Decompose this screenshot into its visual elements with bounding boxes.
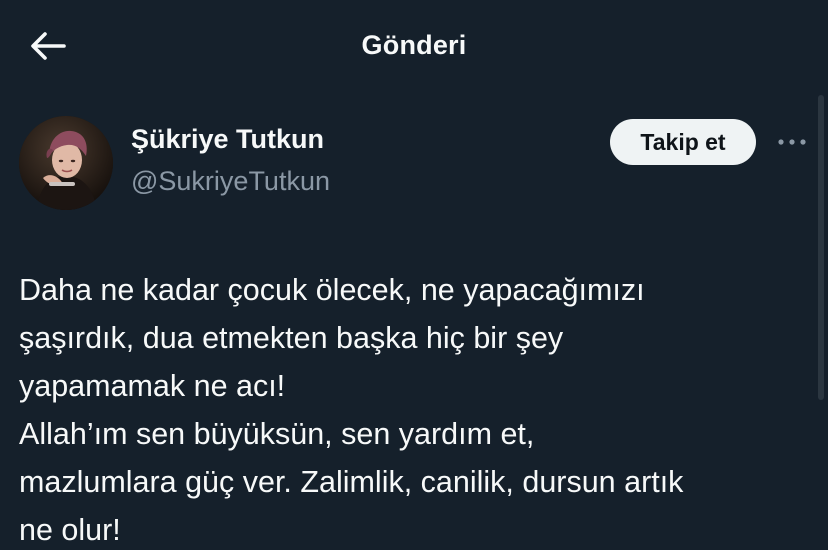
tweet-text-line: Daha ne kadar çocuk ölecek, ne yapacağım…: [19, 273, 645, 307]
tweet-text-line: mazlumlara güç ver. Zalimlik, canilik, d…: [19, 465, 684, 499]
more-options-button[interactable]: [774, 128, 810, 156]
tweet-text-line: şaşırdık, dua etmekten başka hiç bir şey: [19, 321, 564, 355]
avatar[interactable]: [19, 116, 113, 210]
top-bar: Gönderi: [0, 0, 828, 92]
author-display-name[interactable]: Şükriye Tutkun: [131, 124, 324, 155]
tweet-detail-screen: Gönderi Şükriye Tutkun @SukriyeTutkun Ta…: [0, 0, 828, 550]
more-dots-icon: [778, 139, 806, 145]
author-handle[interactable]: @SukriyeTutkun: [131, 166, 330, 197]
tweet-text-line: ne olur!: [19, 513, 121, 547]
tweet-text-line: yapamamak ne acı!: [19, 369, 286, 403]
profile-photo: [19, 116, 113, 210]
tweet-text: Daha ne kadar çocuk ölecek, ne yapacağım…: [19, 266, 819, 550]
tweet-text-line: Allah’ım sen büyüksün, sen yardım et,: [19, 417, 535, 451]
page-title: Gönderi: [361, 30, 467, 60]
follow-button[interactable]: Takip et: [610, 119, 756, 165]
